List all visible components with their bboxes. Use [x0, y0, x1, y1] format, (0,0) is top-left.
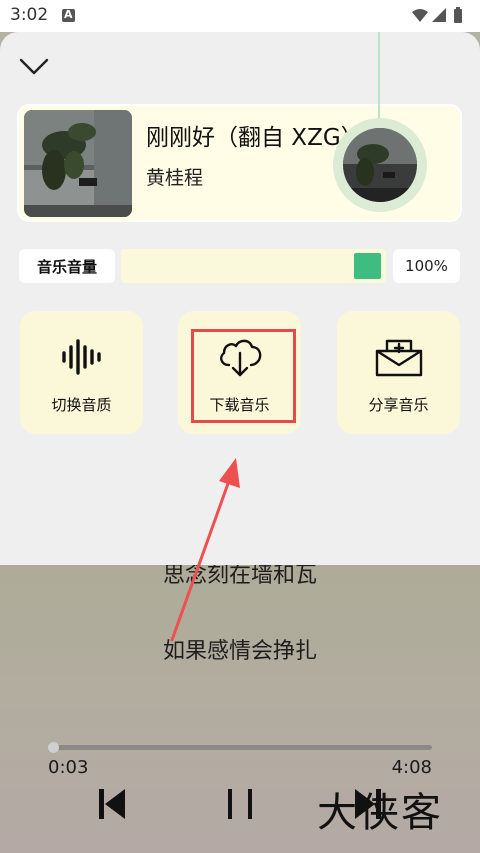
volume-slider[interactable] — [121, 249, 386, 283]
wifi-icon — [412, 9, 428, 22]
switch-quality-button[interactable]: 切换音质 — [20, 311, 143, 434]
pause-icon — [228, 789, 252, 819]
music-volume-label: 音乐音量 — [19, 249, 115, 283]
notification-a-icon: A — [62, 8, 75, 22]
status-icons — [410, 7, 472, 29]
tonearm-line — [378, 32, 380, 124]
album-cover — [24, 110, 132, 217]
previous-track-button[interactable] — [96, 783, 128, 825]
rotating-disc — [333, 118, 427, 212]
pause-button[interactable] — [224, 783, 256, 825]
highlight-box — [191, 329, 296, 423]
skip-previous-icon — [99, 789, 125, 819]
signal-icon — [432, 8, 446, 22]
elapsed-time: 0:03 — [48, 757, 89, 778]
share-music-label: 分享音乐 — [368, 396, 429, 414]
total-time: 4:08 — [391, 757, 432, 778]
volume-percent: 100% — [393, 249, 460, 283]
chevron-down-icon — [19, 58, 49, 75]
song-title: 刚刚好（翻自 XZG） — [146, 125, 364, 151]
sound-wave-icon — [20, 335, 143, 379]
share-mail-icon — [337, 335, 460, 379]
watermark-text: 大侠客 — [317, 790, 443, 836]
lyric-current: 如果感情会挣扎 — [162, 639, 317, 664]
volume-slider-thumb[interactable] — [354, 253, 381, 279]
collapse-button[interactable] — [18, 50, 50, 82]
battery-icon — [454, 9, 462, 23]
status-bar: 3:02 A — [0, 0, 480, 32]
song-artist: 黄桂程 — [146, 167, 204, 189]
share-music-button[interactable]: 分享音乐 — [337, 311, 460, 434]
switch-quality-label: 切换音质 — [51, 396, 112, 414]
playback-progress-bar[interactable] — [47, 742, 432, 753]
status-time: 3:02 — [10, 5, 49, 25]
progress-thumb[interactable] — [47, 742, 59, 753]
